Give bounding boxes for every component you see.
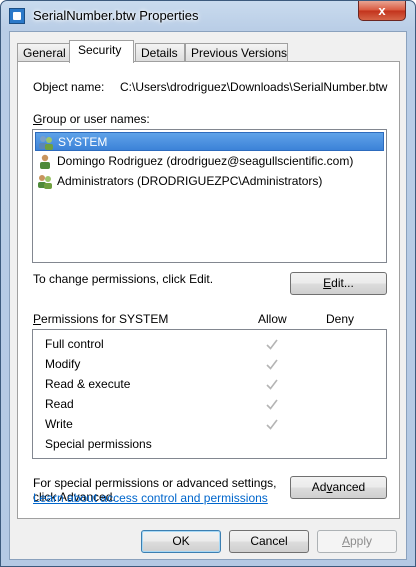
list-item[interactable]: SYSTEM <box>35 132 384 151</box>
cancel-button[interactable]: Cancel <box>229 530 309 553</box>
object-name-value: C:\Users\drodriguez\Downloads\SerialNumb… <box>120 80 388 94</box>
dialog-client: General Security Details Previous Versio… <box>9 31 407 560</box>
tab-general[interactable]: General <box>17 43 71 62</box>
close-button[interactable]: x <box>358 1 406 21</box>
permission-name: Read <box>45 397 74 411</box>
list-item-label: Domingo Rodriguez (drodriguez@seagullsci… <box>57 154 354 168</box>
object-name-label: Object name: <box>33 80 105 94</box>
title-bar[interactable]: SerialNumber.btw Properties x <box>1 1 415 31</box>
tab-previous-versions[interactable]: Previous Versions <box>185 43 288 62</box>
edit-button[interactable]: Edit... <box>290 272 387 295</box>
group-names-label: Group or user names: <box>33 112 150 126</box>
permission-row: Read & execute <box>45 374 130 394</box>
permission-row: Write <box>45 414 73 434</box>
allow-check-icon <box>266 419 278 430</box>
permissions-list[interactable]: Full control Modify Read & execute Read Writ… <box>32 329 387 459</box>
deny-header: Deny <box>326 312 355 326</box>
list-item-label: SYSTEM <box>58 135 108 149</box>
list-item[interactable]: Administrators (DRODRIGUEZPC\Administrat… <box>35 172 384 191</box>
group-user-list[interactable]: SYSTEM Domingo Rodriguez (drodriguez@sea… <box>32 129 387 263</box>
security-panel: Object name: C:\Users\drodriguez\Downloa… <box>17 61 400 519</box>
permissions-label: Permissions for SYSTEM <box>33 312 169 326</box>
user-icon <box>37 154 53 170</box>
learn-more-link[interactable]: Learn about access control and permissio… <box>33 491 268 505</box>
list-item-label: Administrators (DRODRIGUEZPC\Administrat… <box>57 174 323 188</box>
edit-hint: To change permissions, click Edit. <box>33 272 214 286</box>
allow-header: Allow <box>258 312 287 326</box>
tab-details[interactable]: Details <box>135 43 185 62</box>
permission-name: Write <box>45 417 73 431</box>
users-group-icon <box>38 135 54 151</box>
users-group-icon <box>37 174 53 190</box>
apply-button[interactable]: Apply <box>317 530 397 553</box>
window-title: SerialNumber.btw Properties <box>33 8 199 23</box>
permission-name: Full control <box>45 337 104 351</box>
permission-name: Read & execute <box>45 377 131 391</box>
permission-name: Modify <box>45 357 81 371</box>
properties-window: SerialNumber.btw Properties x General Se… <box>0 0 416 567</box>
list-item[interactable]: Domingo Rodriguez (drodriguez@seagullsci… <box>35 152 384 171</box>
permission-name: Special permissions <box>45 437 152 451</box>
advanced-button[interactable]: Advanced <box>290 476 387 499</box>
permission-row: Read <box>45 394 74 414</box>
permission-row: Modify <box>45 354 80 374</box>
ok-button[interactable]: OK <box>141 530 221 553</box>
allow-check-icon <box>266 379 278 390</box>
allow-check-icon <box>266 399 278 410</box>
tab-security[interactable]: Security <box>69 40 134 63</box>
allow-check-icon <box>266 339 278 350</box>
allow-check-icon <box>266 359 278 370</box>
permission-row: Full control <box>45 334 104 354</box>
permission-row: Special permissions <box>45 434 152 454</box>
file-icon <box>9 8 25 24</box>
